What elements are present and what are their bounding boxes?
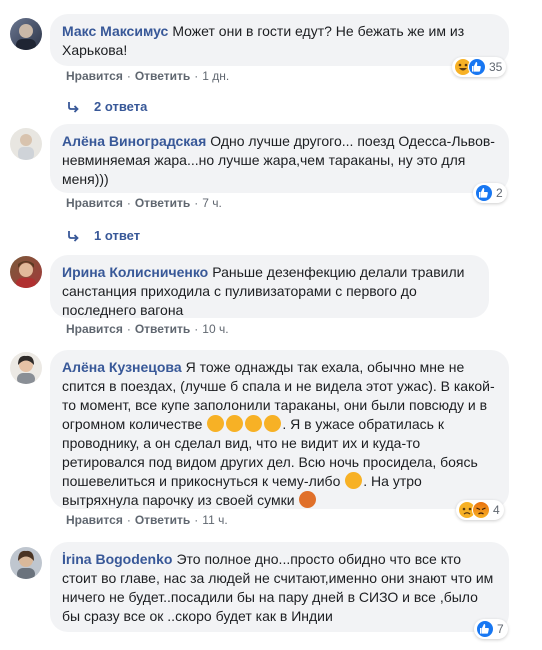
profile-photo xyxy=(17,550,35,579)
reactions-summary[interactable]: 2 xyxy=(473,183,507,203)
avatar[interactable] xyxy=(10,256,42,288)
reaction-count: 7 xyxy=(497,622,504,636)
scream-emoji-icon xyxy=(264,415,282,432)
comment-time[interactable]: 11 ч. xyxy=(202,513,227,527)
worried-emoji-icon xyxy=(345,472,363,489)
comment-author[interactable]: Алёна Кузнецова xyxy=(62,359,182,375)
reply-link[interactable]: Ответить xyxy=(135,322,190,336)
profile-photo xyxy=(16,261,36,288)
comment-actions: Нравится · Ответить · 10 ч. xyxy=(66,322,229,336)
reply-link[interactable]: Ответить xyxy=(135,196,190,210)
replies-label: 2 ответа xyxy=(94,99,148,114)
avatar[interactable] xyxy=(10,352,42,384)
reply-arrow-icon xyxy=(68,101,79,113)
like-icon xyxy=(468,58,486,76)
replies-label: 1 ответ xyxy=(94,228,141,243)
comment-author[interactable]: İrina Bogodenko xyxy=(62,551,172,567)
profile-photo xyxy=(16,24,36,50)
reaction-count: 2 xyxy=(496,186,503,200)
comment-author[interactable]: Алёна Виноградская xyxy=(62,133,206,149)
comment-bubble: Алёна Кузнецова Я тоже однажды так ехала,… xyxy=(50,350,509,509)
reactions-summary[interactable]: 7 xyxy=(474,619,508,639)
scream-emoji-icon xyxy=(207,415,225,432)
like-link[interactable]: Нравится xyxy=(66,322,123,336)
view-replies-link[interactable]: 2 ответа xyxy=(66,99,147,114)
comment-actions: Нравится · Ответить · 1 дн. xyxy=(66,69,230,83)
comment-bubble: İrina Bogodenko Это полное дно...просто о… xyxy=(50,542,509,632)
angry-emoji-icon xyxy=(299,491,317,508)
avatar[interactable] xyxy=(10,18,42,50)
profile-photo xyxy=(18,134,34,160)
scream-emoji-icon xyxy=(226,415,244,432)
comment-time[interactable]: 10 ч. xyxy=(202,322,228,336)
comment-author[interactable]: Макс Максимус xyxy=(62,23,168,39)
comment-actions: Нравится · Ответить · 11 ч. xyxy=(66,513,228,527)
like-link[interactable]: Нравится xyxy=(66,196,123,210)
comment-bubble: Макс Максимус Может они в гости едут? Не … xyxy=(50,14,509,66)
like-link[interactable]: Нравится xyxy=(66,513,123,527)
reaction-count: 35 xyxy=(489,60,503,74)
reply-link[interactable]: Ответить xyxy=(135,69,190,83)
avatar[interactable] xyxy=(10,547,42,579)
comment-bubble: Ирина Колисниченко Раньше дезенфекцию дел… xyxy=(50,255,489,318)
like-icon xyxy=(475,184,493,202)
reactions-summary[interactable]: 4 xyxy=(456,500,504,520)
comment-bubble: Алёна Виноградская Одно лучше другого... … xyxy=(50,124,509,193)
like-link[interactable]: Нравится xyxy=(66,69,123,83)
comment-actions: Нравится · Ответить · 7 ч. xyxy=(66,196,222,210)
avatar[interactable] xyxy=(10,128,42,160)
reactions-summary[interactable]: 35 xyxy=(452,57,507,77)
comment-author[interactable]: Ирина Колисниченко xyxy=(62,264,208,280)
view-replies-link[interactable]: 1 ответ xyxy=(66,228,140,243)
reply-link[interactable]: Ответить xyxy=(135,513,190,527)
comment-time[interactable]: 7 ч. xyxy=(202,196,222,210)
comment-time[interactable]: 1 дн. xyxy=(202,69,229,83)
like-icon xyxy=(476,620,494,638)
reaction-count: 4 xyxy=(493,503,500,517)
angry-icon xyxy=(472,501,490,519)
reply-arrow-icon xyxy=(68,230,79,242)
profile-photo xyxy=(17,355,35,384)
scream-emoji-icon xyxy=(245,415,263,432)
